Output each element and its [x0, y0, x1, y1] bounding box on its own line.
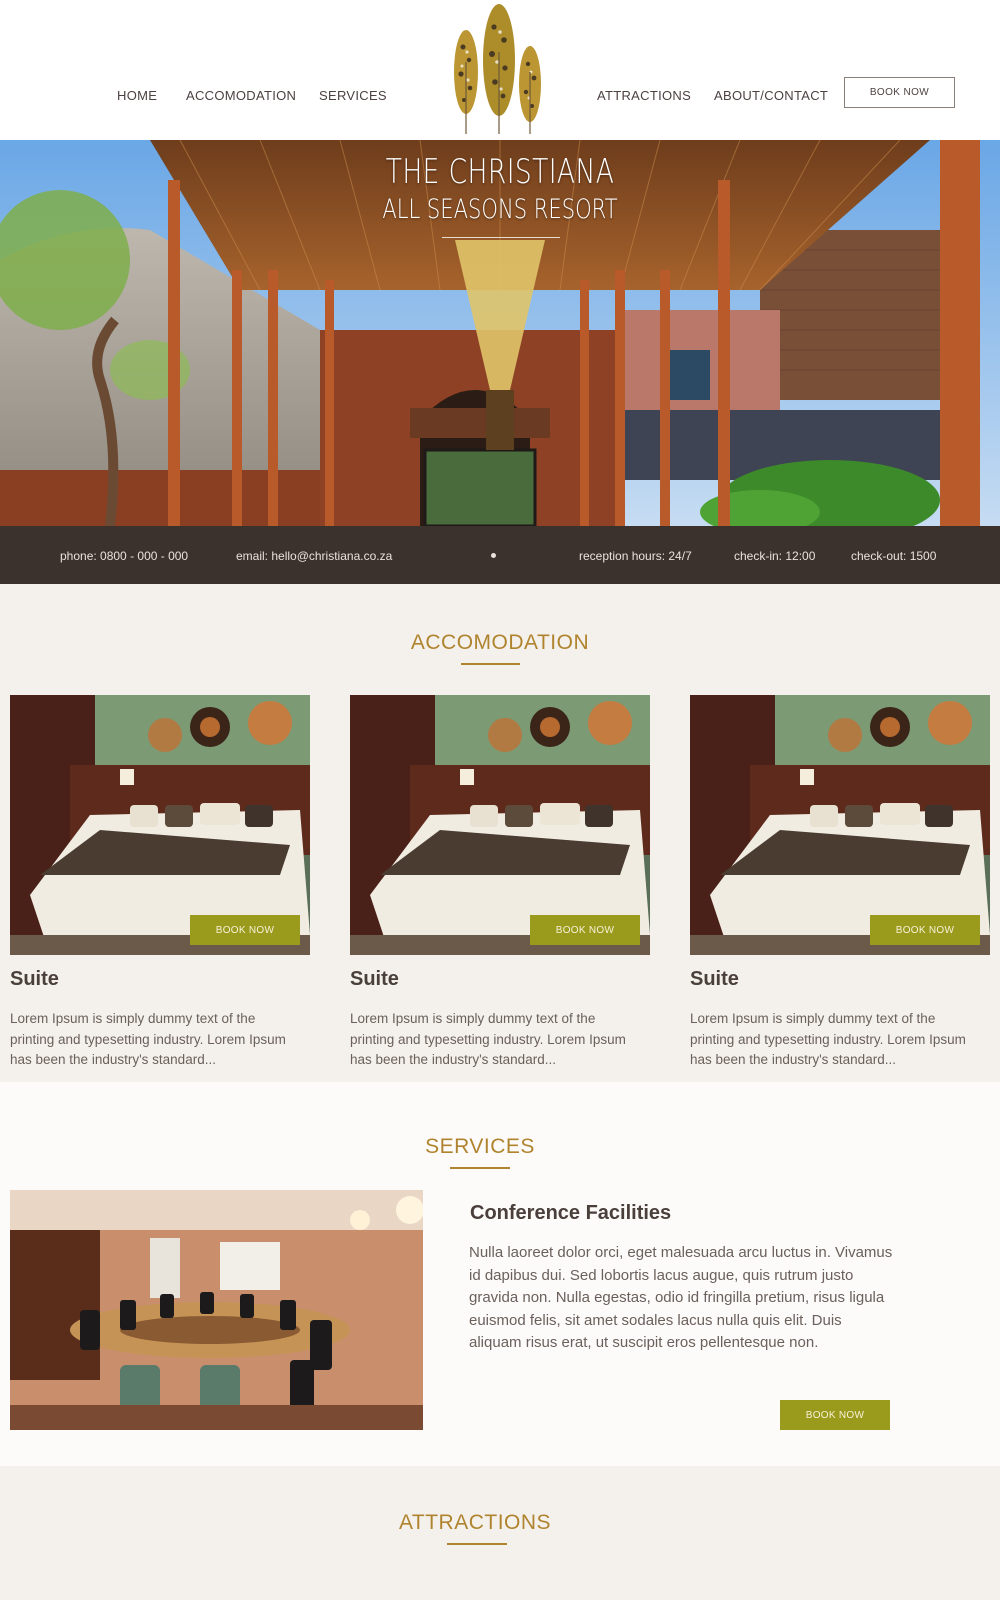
nav-services[interactable]: SERVICES	[319, 88, 387, 103]
hero-subtitle: ALL SEASONS RESORT	[382, 194, 618, 225]
site-header: HOME ACCOMODATION SERVICES ATTRACTIONS A…	[0, 0, 1000, 140]
conference-description: Nulla laoreet dolor orci, eget malesuada…	[469, 1244, 893, 1351]
email-info[interactable]: email: hello@christiana.co.za	[236, 549, 392, 563]
tree-logo-icon[interactable]	[448, 2, 552, 138]
attractions-heading: ATTRACTIONS	[398, 1511, 552, 1534]
check-in-time: check-in: 12:00	[734, 549, 816, 563]
hero-banner: THE CHRISTIANA ALL SEASONS RESORT	[0, 140, 1000, 526]
nav-about-contact[interactable]: ABOUT/CONTACT	[714, 88, 828, 103]
accomodation-divider	[461, 663, 520, 665]
phone-info[interactable]: phone: 0800 - 000 - 000	[60, 549, 188, 563]
room-description: Lorem Ipsum is simply dummy text of the …	[10, 1011, 286, 1067]
nav-home[interactable]: HOME	[117, 88, 157, 103]
hero-title: THE CHRISTIANA	[385, 152, 615, 192]
services-heading: SERVICES	[425, 1135, 535, 1158]
hero-divider	[442, 237, 560, 238]
nav-attractions[interactable]: ATTRACTIONS	[597, 88, 691, 103]
contact-info-bar: phone: 0800 - 000 - 000 email: hello@chr…	[0, 526, 1000, 584]
conference-book-now-button[interactable]: BOOK NOW	[780, 1400, 890, 1430]
check-out-time: check-out: 1500	[851, 549, 937, 563]
room-description: Lorem Ipsum is simply dummy text of the …	[690, 1011, 966, 1067]
header-book-now-button[interactable]: BOOK NOW	[844, 77, 955, 108]
accomodation-heading: ACCOMODATION	[410, 631, 590, 654]
room-book-now-button[interactable]: BOOK NOW	[870, 915, 980, 945]
nav-accomodation[interactable]: ACCOMODATION	[186, 88, 296, 103]
services-divider	[450, 1167, 510, 1169]
center-dot	[491, 553, 496, 558]
room-title: Suite	[690, 968, 739, 990]
room-title: Suite	[350, 968, 399, 990]
room-book-now-button[interactable]: BOOK NOW	[530, 915, 640, 945]
conference-title: Conference Facilities	[470, 1202, 672, 1224]
reception-hours: reception hours: 24/7	[579, 549, 692, 563]
conference-room-photo	[10, 1190, 423, 1430]
room-description: Lorem Ipsum is simply dummy text of the …	[350, 1011, 626, 1067]
room-title: Suite	[10, 968, 59, 990]
room-book-now-button[interactable]: BOOK NOW	[190, 915, 300, 945]
attractions-divider	[447, 1543, 507, 1545]
